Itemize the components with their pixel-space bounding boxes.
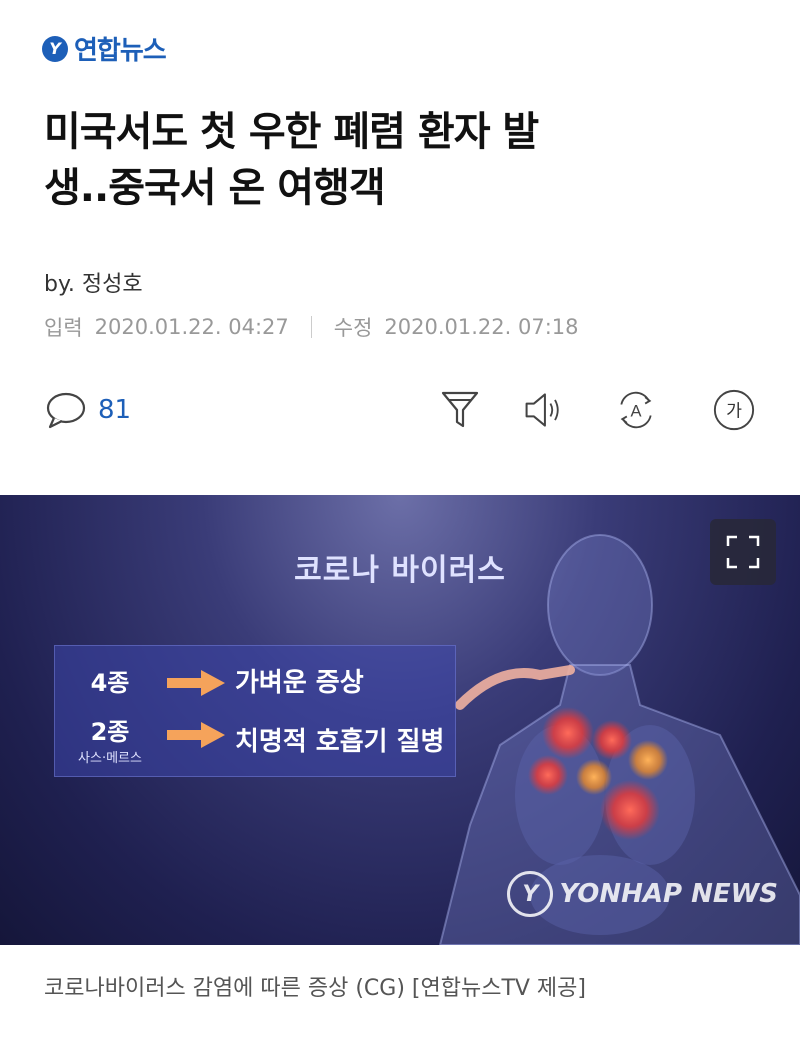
row-key: 4종: [90, 669, 130, 697]
translate-button[interactable]: A: [614, 388, 658, 432]
info-row: 2종 사스·메르스 치명적 호흡기 질병: [55, 712, 444, 766]
article-title: 미국서도 첫 우한 폐렴 환자 발 생..중국서 온 여행객: [44, 104, 724, 216]
filter-button[interactable]: [438, 388, 482, 432]
updated-label: 수정: [333, 316, 373, 340]
brand-name: 연합뉴스: [74, 36, 167, 66]
byline[interactable]: by. 정성호: [44, 266, 143, 298]
title-line-1: 미국서도 첫 우한 폐렴 환자 발: [44, 109, 539, 155]
row-value: 치명적 호흡기 질병: [235, 726, 445, 757]
published-date: 2020.01.22. 04:27: [94, 315, 289, 339]
translate-icon: A: [620, 391, 652, 429]
updated-date: 2020.01.22. 07:18: [384, 315, 579, 339]
article-photo[interactable]: 코로나 바이러스 4종 가벼운 증상 2종 사스·메르스 치명적 호흡기 질병 Y…: [0, 495, 800, 945]
published-label: 입력: [44, 316, 83, 340]
font-size-icon: 가: [713, 389, 755, 431]
fullscreen-icon: [726, 535, 760, 569]
row-key-sub: 사스·메르스: [78, 751, 142, 766]
yonhap-watermark: Y YONHAP NEWS: [507, 871, 778, 917]
yonhap-logo-icon: Y: [42, 35, 68, 62]
arrow-icon: [167, 722, 225, 748]
row-value: 가벼운 증상: [235, 668, 364, 698]
photo-title: 코로나 바이러스: [294, 553, 506, 588]
article-dates: 입력 2020.01.22. 04:27 수정 2020.01.22. 07:1…: [44, 312, 579, 342]
font-size-label: 가: [726, 402, 742, 422]
filter-icon: [441, 391, 479, 428]
info-box: 4종 가벼운 증상 2종 사스·메르스 치명적 호흡기 질병: [54, 645, 456, 777]
speaker-icon: [525, 393, 559, 427]
comment-icon: [46, 392, 86, 429]
translate-label: A: [630, 402, 641, 420]
title-line-2: 생..중국서 온 여행객: [44, 165, 386, 211]
expand-photo-button[interactable]: [710, 519, 776, 585]
watermark-logo-icon: Y: [507, 871, 554, 917]
date-divider: [310, 316, 312, 338]
comment-button[interactable]: 81: [44, 390, 131, 430]
brand-header[interactable]: Y 연합뉴스: [42, 30, 167, 67]
watermark-text: YONHAP NEWS: [559, 879, 778, 909]
comment-count: 81: [98, 395, 132, 425]
arrow-icon: [167, 670, 225, 696]
font-size-button[interactable]: 가: [712, 388, 756, 432]
row-key: 2종 사스·메르스: [55, 712, 165, 766]
listen-button[interactable]: [522, 388, 566, 432]
photo-caption: 코로나바이러스 감염에 따른 증상 (CG) [연합뉴스TV 제공]: [44, 976, 586, 1001]
article-toolbar: 81 A 가: [0, 380, 800, 440]
